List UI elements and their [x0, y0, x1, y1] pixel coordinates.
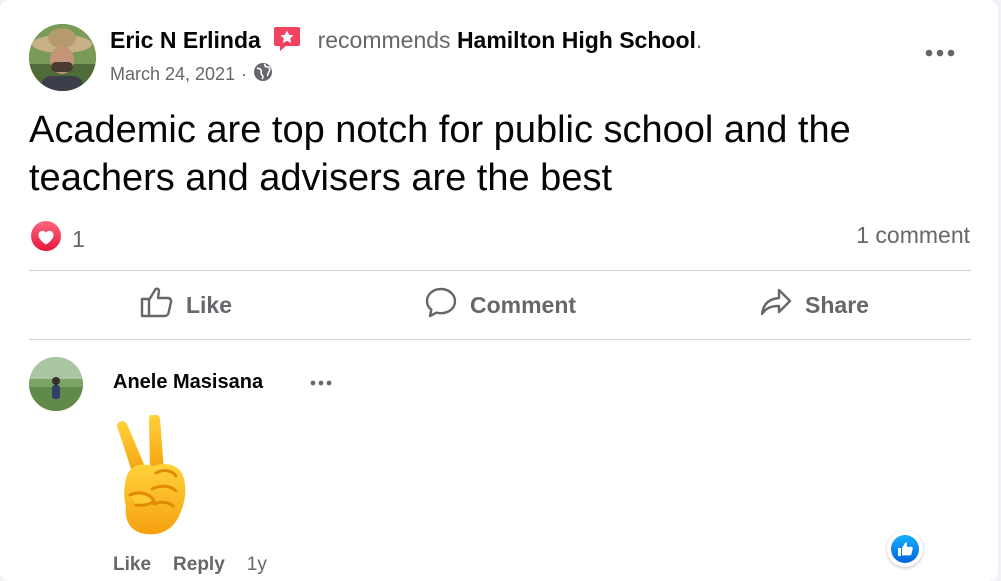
comment-age[interactable]: 1y	[247, 554, 267, 576]
more-options-icon	[310, 380, 332, 386]
post-date[interactable]: March 24, 2021	[110, 64, 235, 85]
post-card: Eric N Erlinda recommends Hamilton High …	[0, 0, 998, 581]
thumbs-up-icon	[140, 286, 174, 324]
meta-separator: ·	[241, 64, 248, 84]
post-header-line: Eric N Erlinda recommends Hamilton High …	[110, 26, 702, 58]
post-options-button[interactable]	[920, 38, 960, 68]
more-options-icon	[925, 49, 955, 57]
comment-label: Comment	[469, 291, 577, 318]
post-meta: March 24, 2021 ·	[110, 62, 273, 87]
like-button[interactable]: Like	[29, 271, 343, 339]
love-reaction-icon	[30, 220, 62, 258]
globe-icon	[253, 62, 273, 87]
comment-button[interactable]: Comment	[343, 271, 657, 339]
comment-options-button[interactable]	[303, 370, 339, 396]
reaction-count: 1	[72, 225, 85, 252]
share-button[interactable]: Share	[657, 271, 971, 339]
like-reaction-icon	[891, 535, 919, 563]
like-label: Like	[185, 291, 233, 318]
post-text: Academic are top notch for public school…	[29, 109, 851, 199]
commenter-avatar[interactable]	[29, 357, 83, 411]
commenter-name[interactable]: Anele Masisana	[113, 371, 263, 394]
share-label: Share	[805, 291, 869, 318]
comment-reply-link[interactable]: Reply	[173, 554, 225, 576]
speech-bubble-icon	[424, 286, 458, 324]
recommends-verb: recommends	[317, 27, 451, 53]
comment-like-link[interactable]: Like	[113, 554, 151, 576]
comment-count[interactable]: 1 comment	[856, 222, 970, 249]
divider-bottom	[29, 339, 971, 340]
post-action-bar: Like Comment Share	[29, 271, 971, 339]
page-suffix: .	[695, 27, 703, 53]
author-name[interactable]: Eric N Erlinda	[110, 27, 261, 53]
victory-hand-emoji	[104, 413, 204, 540]
page-link[interactable]: Hamilton High School	[457, 27, 696, 53]
reaction-summary[interactable]: 1	[30, 220, 85, 258]
comment-actions: Like Reply 1y	[113, 554, 267, 576]
author-avatar[interactable]	[29, 24, 96, 91]
comment-reaction-badge[interactable]	[887, 531, 923, 567]
share-arrow-icon	[759, 286, 793, 324]
recommendation-star-icon	[273, 26, 301, 58]
